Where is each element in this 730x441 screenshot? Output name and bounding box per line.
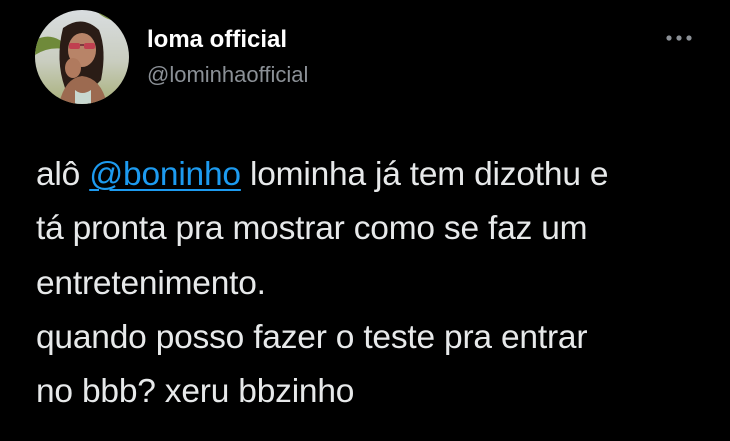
profile-photo-icon [35, 10, 129, 104]
tweet-text: alô @boninho lominha já tem dizothu e tá… [36, 148, 716, 419]
avatar[interactable] [35, 10, 129, 104]
more-options-button[interactable] [660, 26, 698, 50]
tweet-text-segment: lominha já tem dizothu e [240, 156, 609, 193]
tweet-line-2: tá pronta pra mostrar como se faz um [36, 210, 588, 248]
tweet-line-5: no bbb? xeru bbzinho [36, 373, 355, 411]
mention-link[interactable]: @boninho [89, 156, 241, 193]
tweet-line-4: quando posso fazer o teste pra entrar [36, 318, 588, 356]
tweet-line-1: alô @boninho lominha já tem dizothu e [36, 148, 716, 202]
tweet-text-segment: alô [36, 156, 90, 193]
display-name[interactable]: loma official [147, 26, 287, 54]
more-horizontal-icon [666, 35, 692, 41]
user-handle[interactable]: @lominhaofficial [147, 61, 308, 89]
tweet-line-3: entretenimento. [36, 264, 266, 302]
